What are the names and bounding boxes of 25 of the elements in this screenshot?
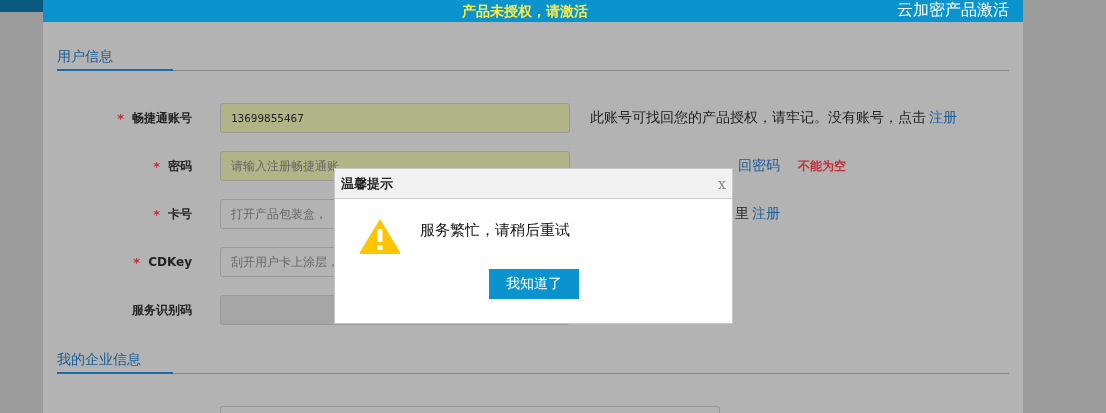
required-mark: * xyxy=(117,110,124,126)
section-title: 用户信息 xyxy=(57,46,173,71)
page-title: 云加密产品激活 xyxy=(897,0,1010,20)
dialog-message: 服务繁忙，请稍后重试 xyxy=(420,220,570,240)
header-strip xyxy=(0,0,43,12)
input-field[interactable]: 13699855467 xyxy=(220,103,570,133)
required-mark: * xyxy=(133,254,141,270)
field-label: 服务识别码 xyxy=(132,301,192,319)
field-label: 卡号 xyxy=(168,205,192,223)
warning-icon xyxy=(358,217,402,255)
field-label: 畅捷通账号 xyxy=(132,109,192,127)
hint-text: 里 xyxy=(735,205,749,223)
required-mark: * xyxy=(153,206,160,222)
link[interactable]: 注册 xyxy=(752,205,780,223)
license-notice: 产品未授权，请激活 xyxy=(461,2,589,21)
error-message: 不能为空 xyxy=(798,157,846,175)
confirm-button[interactable]: 我知道了 xyxy=(488,269,579,299)
link[interactable]: 注册 xyxy=(929,109,957,127)
link[interactable]: 回密码 xyxy=(738,157,780,175)
close-button[interactable]: x xyxy=(718,175,726,192)
field-label: CDKey xyxy=(148,255,192,269)
hint-text: 此账号可找回您的产品授权，请牢记。没有账号，点击 xyxy=(590,109,926,127)
required-mark: * xyxy=(153,158,160,174)
field-label: 密码 xyxy=(168,157,192,175)
section-title: 我的企业信息 xyxy=(57,349,173,374)
